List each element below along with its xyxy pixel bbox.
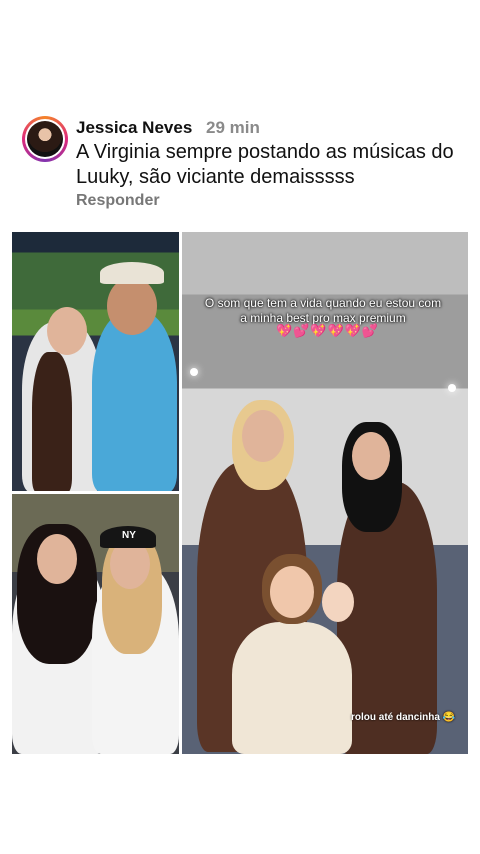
video-caption: O som que tem a vida quando eu estou com… [188,296,458,326]
comment-username[interactable]: Jessica Neves [76,118,192,138]
video-caption-line1: O som que tem a vida quando eu estou com [204,296,442,310]
hearts-emoji: 💖💕💖💖💖💕 [276,323,380,338]
comment-text: A Virginia sempre postando as músicas do… [76,141,454,188]
dance-caption: rolou até dancinha 😂 [351,712,456,723]
comment-time: 29 min [206,118,260,137]
cap-logo: NY [122,530,136,541]
photo-stadium [12,232,179,491]
reply-button[interactable]: Responder [76,192,160,210]
avatar[interactable] [22,116,68,162]
photo-two-women: NY [12,494,179,754]
